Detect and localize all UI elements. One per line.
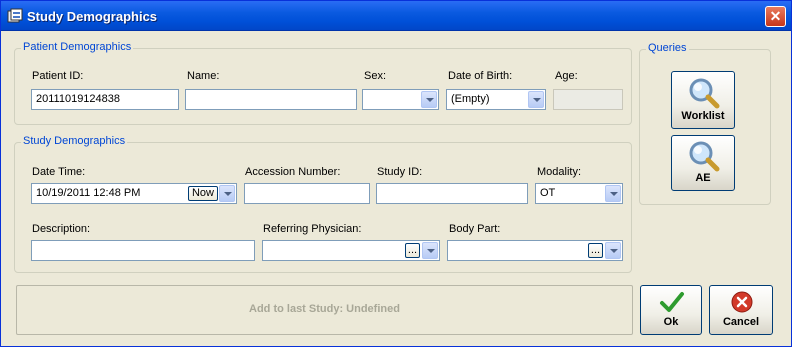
queries-legend: Queries	[646, 42, 689, 54]
modality-combobox[interactable]: OT	[535, 183, 623, 204]
description-field[interactable]	[31, 240, 255, 261]
cancel-icon	[731, 291, 753, 313]
bodypart-label: Body Part:	[449, 223, 501, 235]
checkmark-icon	[660, 292, 684, 312]
sex-combobox[interactable]	[362, 89, 439, 110]
study-demographics-group: Study Demographics Date Time: 10/19/2011…	[14, 135, 632, 273]
worklist-button[interactable]: Worklist	[671, 71, 735, 129]
add-to-last-study-panel: Add to last Study: Undefined	[16, 285, 633, 335]
sex-label: Sex:	[364, 70, 387, 82]
window-title: Study Demographics	[27, 9, 158, 24]
dob-value: (Empty)	[451, 93, 490, 105]
magnifier-icon	[689, 78, 720, 109]
chevron-down-icon[interactable]	[219, 185, 235, 202]
patient-demographics-legend: Patient Demographics	[21, 41, 134, 53]
datetime-picker[interactable]: 10/19/2011 12:48 PM Now	[31, 183, 237, 204]
close-button[interactable]: ✕	[765, 6, 786, 27]
patient-demographics-group: Patient Demographics Patient ID: 2011101…	[14, 41, 632, 125]
chevron-down-icon[interactable]	[422, 242, 438, 259]
dialog-client: Patient Demographics Patient ID: 2011101…	[4, 32, 788, 344]
description-label: Description:	[32, 223, 91, 235]
ok-button[interactable]: Ok	[640, 285, 702, 335]
title-bar[interactable]: Study Demographics ✕	[1, 1, 791, 31]
magnifier-icon	[689, 141, 720, 172]
study-demographics-legend: Study Demographics	[21, 135, 128, 147]
name-field[interactable]	[185, 89, 357, 110]
modality-value: OT	[540, 187, 556, 199]
body-part-combobox[interactable]: ...	[447, 240, 623, 261]
chevron-down-icon[interactable]	[605, 185, 621, 202]
ae-label: AE	[695, 172, 711, 184]
chevron-down-icon[interactable]	[528, 91, 544, 108]
referring-browse-button[interactable]: ...	[405, 243, 420, 258]
queries-group: Queries Worklist AE	[639, 42, 771, 205]
ok-label: Ok	[663, 316, 679, 328]
datetime-value: 10/19/2011 12:48 PM	[36, 187, 141, 199]
name-label: Name:	[187, 70, 220, 82]
datetime-label: Date Time:	[32, 166, 86, 178]
referring-physician-combobox[interactable]: ...	[262, 240, 440, 261]
app-icon	[7, 8, 23, 23]
studyid-label: Study ID:	[377, 166, 423, 178]
age-field	[553, 89, 623, 110]
patient-id-field[interactable]: 20111019124838	[31, 89, 179, 110]
modality-label: Modality:	[537, 166, 582, 178]
referring-label: Referring Physician:	[263, 223, 362, 235]
accession-field[interactable]	[244, 183, 370, 204]
study-demographics-window: Study Demographics ✕ Patient Demographic…	[0, 0, 792, 347]
studyid-field[interactable]	[376, 183, 528, 204]
cancel-button[interactable]: Cancel	[709, 285, 773, 335]
cancel-label: Cancel	[722, 316, 760, 328]
bodypart-browse-button[interactable]: ...	[588, 243, 603, 258]
worklist-label: Worklist	[681, 110, 725, 122]
patient-id-label: Patient ID:	[32, 70, 84, 82]
chevron-down-icon[interactable]	[421, 91, 437, 108]
accession-label: Accession Number:	[245, 166, 341, 178]
dob-label: Date of Birth:	[448, 70, 513, 82]
now-button[interactable]: Now	[188, 186, 218, 201]
add-to-last-study-label: Add to last Study: Undefined	[249, 303, 400, 315]
chevron-down-icon[interactable]	[605, 242, 621, 259]
dob-combobox[interactable]: (Empty)	[446, 89, 546, 110]
ae-button[interactable]: AE	[671, 135, 735, 191]
age-label: Age:	[555, 70, 578, 82]
